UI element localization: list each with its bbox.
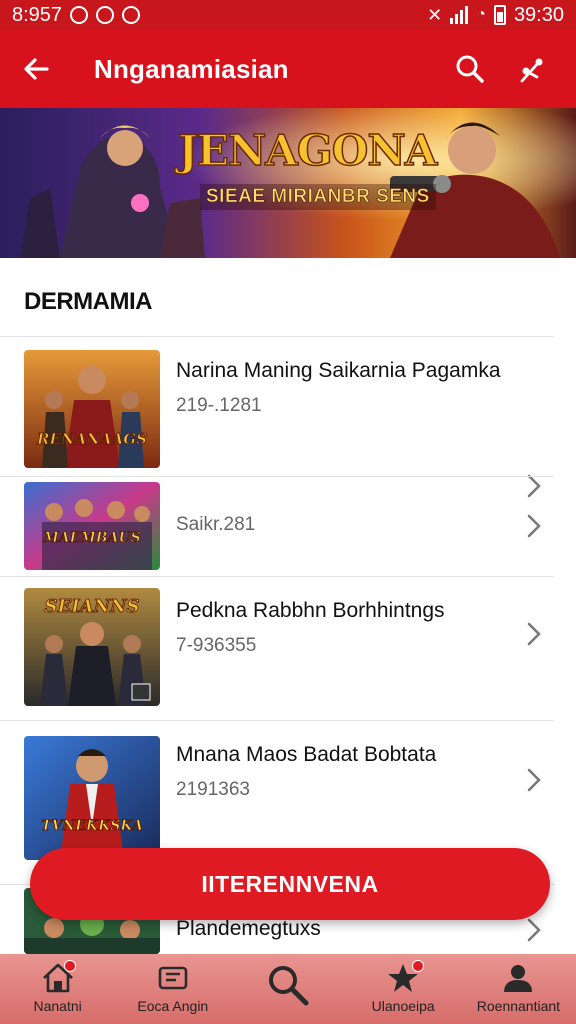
nav-item-search[interactable] (230, 954, 345, 1024)
alarm-icon (96, 6, 115, 24)
item-meta: Saikr.281 (176, 514, 256, 535)
nav-label: Nanatni (33, 998, 82, 1014)
item-title: Mnana Maos Badat Bobtata (176, 743, 437, 766)
chevron-right-icon (527, 622, 541, 646)
thumbnail-title: RENANAAGS (37, 430, 148, 449)
status-time-left: 8:957 (12, 3, 63, 26)
notification-icon (70, 6, 89, 24)
app-bar-actions (448, 47, 576, 91)
thumbnail-title: TVNEKKSKA (41, 818, 143, 835)
divider (0, 576, 554, 577)
mute-icon: ✕ (427, 4, 443, 25)
banner-subtitle: SIEAE MIRIANBR SENS (200, 184, 436, 210)
status-bar-right: ✕ ◔ 39:30 (427, 4, 564, 27)
list-item[interactable]: TVNEKKSKA Mnana Maos Badat Bobtata 21913… (0, 736, 576, 862)
thumbnail-title: MAEMBAUS (43, 530, 141, 547)
item-text: Saikr.281 (176, 514, 255, 536)
bottom-nav: Nanatni Eoca Angin Ulanoeipa Roennantian… (0, 954, 576, 1024)
list-item[interactable]: MAEMBAUS Saikr.281 (0, 482, 576, 572)
page-title: Nnganamiasian (94, 53, 289, 84)
item-title: Pedkna Rabbhn Borhhintngs (176, 599, 445, 622)
app-bar: Nnganamiasian (0, 30, 576, 108)
nav-label: Eoca Angin (137, 998, 209, 1014)
thumbnail-title: SEIANNS (44, 596, 140, 618)
wifi-icon: ◔ (476, 6, 486, 23)
item-meta: 7-936355 (176, 635, 257, 656)
chevron-right-icon (527, 768, 541, 792)
item-thumbnail: TVNEKKSKA (24, 736, 160, 860)
divider (0, 336, 554, 337)
item-text: Pedkna Rabbhn Borhhintngs 7-936355 (176, 598, 445, 657)
item-text: Narina Maning Saikarnia Pagamka 219-.128… (176, 358, 501, 417)
item-text: Mnana Maos Badat Bobtata 2191363 (176, 742, 436, 801)
back-button[interactable] (0, 30, 72, 108)
banner-title: JENAGONA (177, 125, 438, 176)
status-bar: 8:957 ✕ ◔ 39:30 (0, 0, 576, 30)
item-meta: 2191363 (176, 779, 250, 800)
arrow-left-icon (24, 58, 49, 80)
profile-icon (504, 965, 533, 992)
library-icon (158, 966, 188, 990)
primary-action-button[interactable]: IITERENNVENA (30, 848, 550, 920)
notification-badge (64, 960, 76, 972)
divider (0, 720, 554, 721)
notification-badge (411, 960, 424, 972)
list-item[interactable]: RENANAAGS Narina Maning Saikarnia Pagamk… (0, 350, 576, 498)
nav-item-home[interactable]: Nanatni (0, 954, 115, 1024)
nav-item-library[interactable]: Eoca Angin (115, 954, 230, 1024)
share-icon (520, 58, 543, 83)
nav-label: Roennantiant (476, 998, 561, 1014)
list-item[interactable]: SEIANNS Pedkna Rabbhn Borhhintngs 7-9363… (0, 588, 576, 708)
item-thumbnail: MAEMBAUS (24, 482, 160, 570)
item-title: Narina Maning Saikarnia Pagamka (176, 359, 501, 382)
section-title: DERMAMIA (24, 288, 153, 315)
status-time-right: 39:30 (513, 3, 564, 26)
item-meta: 219-.1281 (176, 395, 262, 416)
battery-icon (493, 5, 506, 25)
search-icon (269, 966, 309, 1006)
app-screen: 8:957 ✕ ◔ 39:30 Nnganamiasian JENAGONA S… (0, 0, 576, 1024)
nav-item-favorites[interactable]: Ulanoeipa (346, 954, 461, 1024)
item-thumbnail: SEIANNS (24, 588, 160, 706)
featured-banner[interactable]: JENAGONA SIEAE MIRIANBR SENS (0, 108, 576, 258)
app-notification-icon (122, 6, 141, 24)
divider (0, 476, 554, 477)
item-thumbnail: RENANAAGS (24, 350, 160, 468)
chevron-right-icon (527, 514, 541, 538)
search-icon (456, 55, 484, 83)
nav-label: Ulanoeipa (371, 998, 435, 1014)
status-bar-left: 8:957 (12, 3, 141, 27)
signal-icon (450, 6, 469, 24)
search-button[interactable] (448, 47, 492, 91)
share-button[interactable] (510, 47, 554, 91)
nav-item-profile[interactable]: Roennantiant (461, 954, 576, 1024)
chevron-right-icon (527, 918, 541, 942)
